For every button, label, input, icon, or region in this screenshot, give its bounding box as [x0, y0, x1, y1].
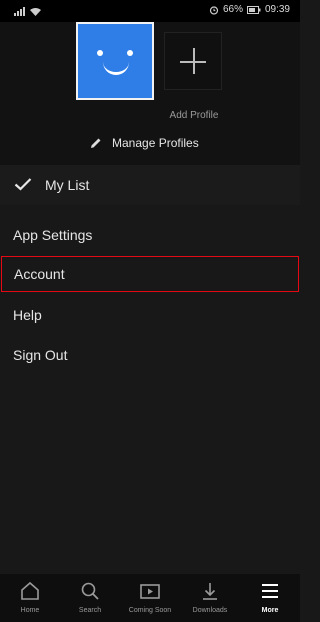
nav-label: Search [78, 607, 102, 614]
nav-label: Downloads [192, 607, 228, 614]
menu-item-label: Help [13, 307, 42, 323]
nav-more[interactable]: More [240, 574, 300, 622]
menu-item-label: Account [14, 266, 65, 282]
avatar-smile [103, 60, 129, 75]
menu-item-sign-out[interactable]: Sign Out [0, 337, 300, 373]
add-profile-label: Add Profile [169, 110, 219, 121]
search-icon [81, 582, 99, 600]
alarm-icon [209, 5, 219, 15]
battery-icon [246, 5, 261, 14]
nav-downloads[interactable]: Downloads [180, 574, 240, 622]
status-icons-left [14, 5, 41, 16]
avatar-eye-right [127, 50, 133, 56]
profile-avatar[interactable] [76, 22, 154, 100]
check-icon [14, 178, 32, 191]
signal-icon [14, 5, 26, 16]
download-icon [203, 583, 217, 600]
nav-search[interactable]: Search [60, 574, 120, 622]
menu-item-help[interactable]: Help [0, 297, 300, 333]
profile-section: Add Profile Manage Profiles [0, 22, 300, 165]
battery-percent: 66% [222, 4, 243, 15]
manage-profiles-button[interactable]: Manage Profiles [90, 136, 199, 150]
bottom-navigation: Home Search Coming Soon Downloads More [0, 574, 300, 622]
nav-home[interactable]: Home [0, 574, 60, 622]
status-icons-right: 66% 09:39 [209, 4, 290, 15]
pencil-icon [91, 138, 101, 148]
nav-label: Home [20, 607, 40, 614]
avatar-eye-left [97, 50, 103, 56]
nav-label: More [261, 607, 279, 614]
nav-coming-soon[interactable]: Coming Soon [120, 574, 180, 622]
status-bar: 66% 09:39 [0, 0, 300, 22]
menu-icon [262, 584, 278, 598]
menu-item-label: App Settings [13, 227, 93, 243]
plus-icon-bar [180, 61, 206, 63]
clock: 09:39 [264, 4, 290, 15]
my-list-label: My List [45, 177, 90, 193]
wifi-icon [30, 8, 41, 16]
menu-item-app-settings[interactable]: App Settings [0, 217, 300, 253]
home-icon [21, 581, 39, 600]
nav-label: Coming Soon [128, 607, 172, 614]
manage-profiles-label: Manage Profiles [112, 136, 199, 150]
my-list-item[interactable]: My List [0, 165, 300, 205]
menu-item-account[interactable]: Account [1, 256, 299, 292]
add-profile-button[interactable] [164, 32, 222, 90]
menu-item-label: Sign Out [13, 347, 68, 363]
play-icon [140, 584, 160, 599]
